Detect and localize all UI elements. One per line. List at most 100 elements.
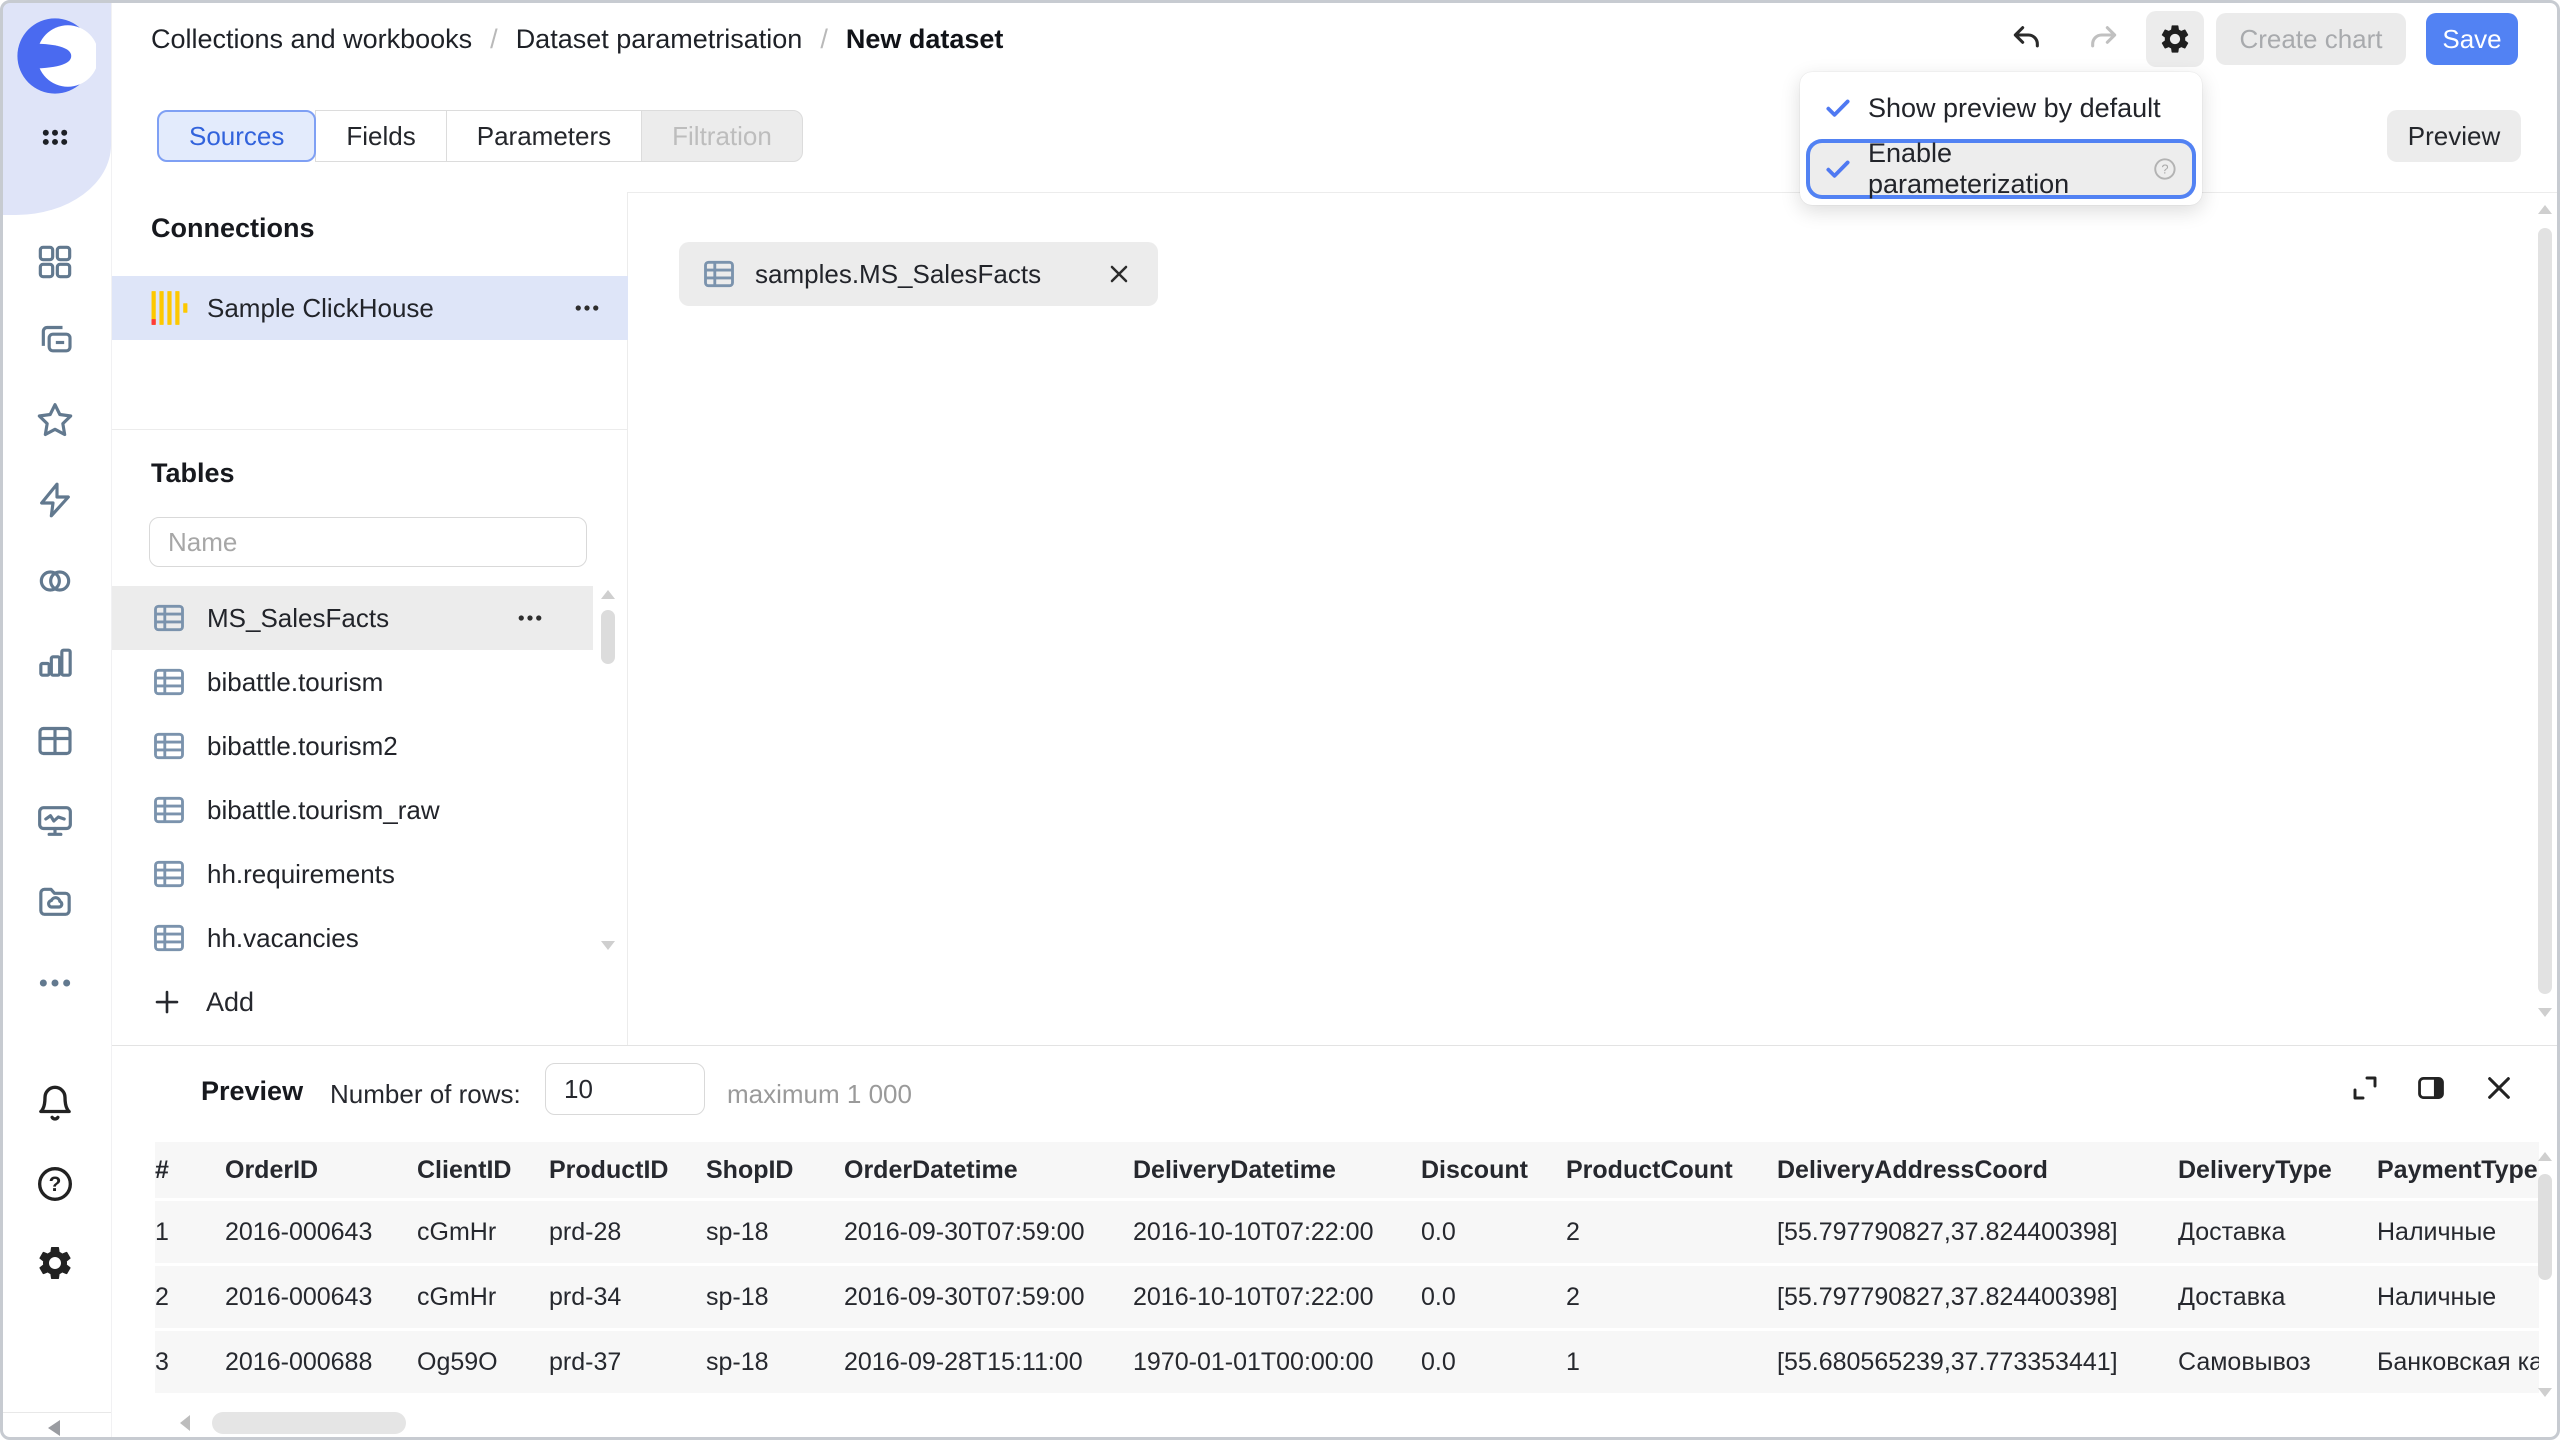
scroll-up-icon[interactable] <box>601 590 615 599</box>
menu-item-show-preview[interactable]: Show preview by default <box>1810 82 2192 134</box>
column-header: ProductID <box>549 1142 706 1200</box>
collapse-left-icon[interactable] <box>44 1417 66 1439</box>
rows-count-input[interactable] <box>546 1074 704 1105</box>
star-icon[interactable] <box>35 400 75 440</box>
collections-icon[interactable] <box>35 320 75 360</box>
table-row-bibattle-tourism2[interactable]: bibattle.tourism2 <box>111 714 593 778</box>
datalens-logo[interactable] <box>14 15 96 97</box>
column-header: ClientID <box>417 1142 549 1200</box>
cell: prd-37 <box>549 1330 706 1395</box>
scroll-up-icon[interactable] <box>2538 1152 2552 1161</box>
scroll-left-icon[interactable] <box>180 1415 190 1431</box>
column-header: ShopID <box>706 1142 844 1200</box>
scrollbar-thumb[interactable] <box>212 1412 406 1434</box>
table-icon <box>151 728 187 764</box>
save-button[interactable]: Save <box>2426 13 2518 65</box>
preview-data-row: 3 2016-000688 Og59O prd-37 sp-18 2016-09… <box>155 1330 2539 1395</box>
scroll-up-icon[interactable] <box>2538 205 2552 214</box>
venn-circles-icon[interactable] <box>35 561 75 601</box>
remove-source-icon[interactable] <box>1106 261 1132 287</box>
table-row-hh-vacancies[interactable]: hh.vacancies <box>111 906 593 970</box>
lightning-icon[interactable] <box>35 480 75 520</box>
column-header: OrderID <box>225 1142 417 1200</box>
column-header: DeliveryAddressCoord <box>1777 1142 2178 1200</box>
preview-vertical-scrollbar[interactable] <box>2537 1148 2553 1406</box>
settings-gear-icon[interactable] <box>35 1243 75 1283</box>
column-header: # <box>155 1142 225 1200</box>
cell: 2016-10-10T07:22:00 <box>1133 1200 1421 1265</box>
table-row-ms-salesfacts[interactable]: MS_SalesFacts <box>111 586 593 650</box>
scroll-down-icon[interactable] <box>601 941 615 950</box>
monitoring-icon[interactable] <box>35 801 75 841</box>
dataset-settings-gear-button[interactable] <box>2146 11 2204 67</box>
more-ellipsis-icon[interactable] <box>35 963 75 1003</box>
panel-divider <box>111 429 628 430</box>
help-icon[interactable]: ? <box>35 1164 75 1204</box>
table-list-scrollbar[interactable] <box>600 586 616 972</box>
selected-source-chip[interactable]: samples.MS_SalesFacts <box>679 242 1158 306</box>
table-more-icon[interactable] <box>515 603 545 633</box>
bell-icon[interactable] <box>35 1084 75 1124</box>
preview-toggle-button[interactable]: Preview <box>2387 110 2521 162</box>
help-circle-icon[interactable]: ? <box>2152 154 2178 184</box>
scrollbar-thumb[interactable] <box>2538 228 2552 994</box>
bar-chart-icon[interactable] <box>35 641 75 681</box>
tab-sources[interactable]: Sources <box>157 110 316 162</box>
preview-horizontal-scrollbar[interactable] <box>180 1410 480 1438</box>
preview-data-row: 1 2016-000643 cGmHr prd-28 sp-18 2016-09… <box>155 1200 2539 1265</box>
redo-button[interactable] <box>2078 13 2130 65</box>
plus-icon <box>152 987 182 1017</box>
cell: 1 <box>155 1200 225 1265</box>
table-row-bibattle-tourism-raw[interactable]: bibattle.tourism_raw <box>111 778 593 842</box>
split-view-icon[interactable] <box>2415 1072 2447 1104</box>
connection-row-sample-clickhouse[interactable]: Sample ClickHouse <box>111 276 628 340</box>
connection-more-icon[interactable] <box>572 293 602 323</box>
column-header: OrderDatetime <box>844 1142 1133 1200</box>
cell: prd-28 <box>549 1200 706 1265</box>
sidebar: ? <box>0 0 112 1440</box>
dataset-table-icon[interactable] <box>35 721 75 761</box>
menu-item-enable-parameterization[interactable]: Enable parameterization ? <box>1810 143 2192 195</box>
add-table-button[interactable]: Add <box>111 970 593 1034</box>
undo-button[interactable] <box>2000 13 2052 65</box>
tab-parameters[interactable]: Parameters <box>446 110 642 162</box>
tab-filtration[interactable]: Filtration <box>641 110 803 162</box>
tab-fields[interactable]: Fields <box>315 110 446 162</box>
breadcrumb-workbook[interactable]: Dataset parametrisation <box>516 24 803 55</box>
sidebar-footer-divider <box>0 1412 111 1413</box>
breadcrumb-collections[interactable]: Collections and workbooks <box>151 24 472 55</box>
table-name: bibattle.tourism2 <box>207 731 398 762</box>
checkmark-icon <box>1824 94 1852 122</box>
cell: 2016-10-10T07:22:00 <box>1133 1265 1421 1330</box>
scrollbar-thumb[interactable] <box>601 610 615 664</box>
datalens-dataset-editor: ? Collections and workbooks / Dataset pa… <box>0 0 2560 1440</box>
close-preview-icon[interactable] <box>2483 1072 2515 1104</box>
preview-table: # OrderID ClientID ProductID ShopID Orde… <box>155 1142 2539 1398</box>
table-row-bibattle-tourism[interactable]: bibattle.tourism <box>111 650 593 714</box>
scrollbar-thumb[interactable] <box>2538 1174 2552 1280</box>
scroll-down-icon[interactable] <box>2538 1388 2552 1397</box>
cell: 2016-000643 <box>225 1200 417 1265</box>
create-chart-button[interactable]: Create chart <box>2216 13 2406 65</box>
cloud-folder-icon[interactable] <box>35 881 75 921</box>
cell: 2016-09-30T07:59:00 <box>844 1265 1133 1330</box>
table-search-input[interactable] <box>150 527 586 558</box>
cell: 0.0 <box>1421 1200 1566 1265</box>
table-row-hh-requirements[interactable]: hh.requirements <box>111 842 593 906</box>
cell: 2 <box>155 1265 225 1330</box>
cell: sp-18 <box>706 1200 844 1265</box>
apps-grid-icon[interactable] <box>38 120 72 154</box>
cell: 1 <box>1566 1330 1777 1395</box>
connection-name: Sample ClickHouse <box>207 293 434 324</box>
expand-preview-icon[interactable] <box>2349 1072 2381 1104</box>
settings-dropdown-menu: Show preview by default Enable parameter… <box>1800 72 2202 205</box>
table-name: bibattle.tourism_raw <box>207 795 440 826</box>
table-icon <box>151 792 187 828</box>
dashboard-grid-icon[interactable] <box>35 242 75 282</box>
cell: Доставка <box>2178 1200 2377 1265</box>
add-label: Add <box>206 987 254 1018</box>
column-header: DeliveryType <box>2178 1142 2377 1200</box>
main-vertical-scrollbar[interactable] <box>2537 200 2553 1044</box>
scroll-down-icon[interactable] <box>2538 1008 2552 1017</box>
cell: 2016-09-30T07:59:00 <box>844 1200 1133 1265</box>
